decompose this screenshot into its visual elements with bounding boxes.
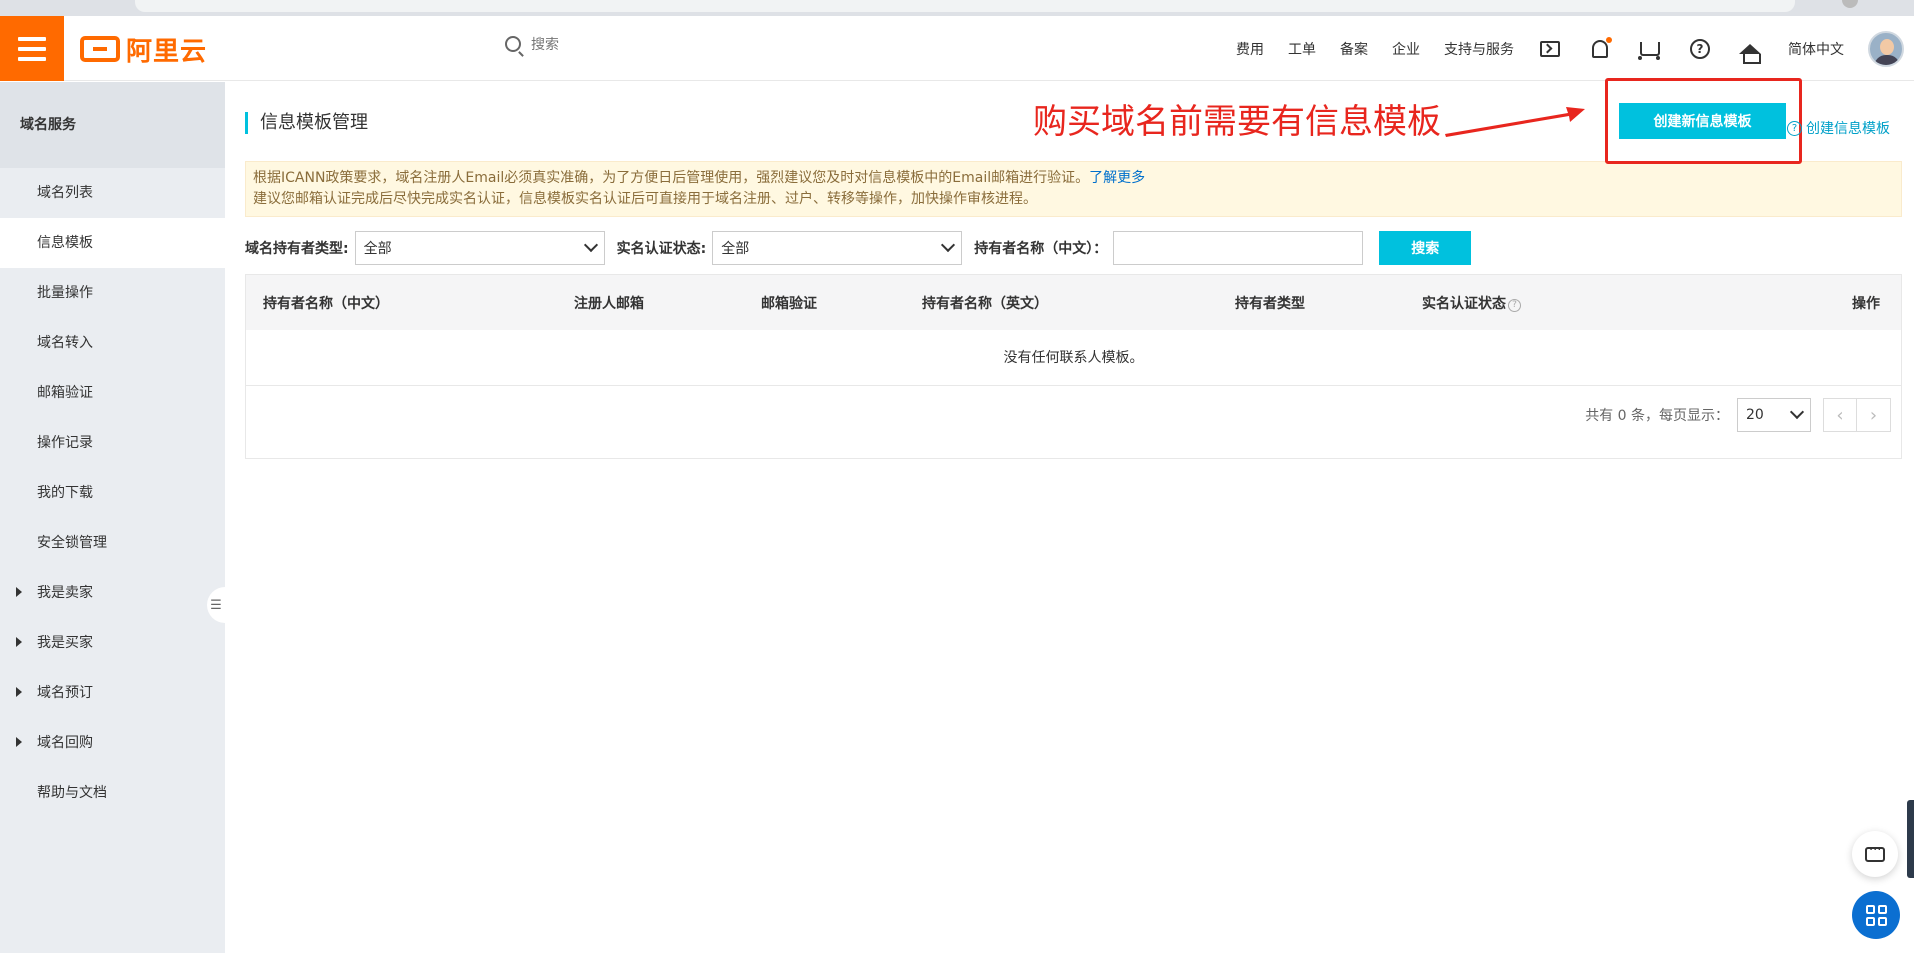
top-navigation-bar: 阿里云 费用 工单 备案 企业 支持与服务 ? 简体中文 — [0, 16, 1914, 81]
create-template-help-link[interactable]: ? 创建信息模板 — [1787, 118, 1890, 138]
address-bar[interactable] — [135, 0, 1795, 12]
search-icon — [505, 36, 521, 52]
terminal-icon[interactable] — [1538, 37, 1562, 61]
sidebar-item-buyer[interactable]: 我是买家 — [0, 618, 225, 668]
sidebar-item-buyback[interactable]: 域名回购 — [0, 718, 225, 768]
aliyun-logo-icon — [80, 36, 120, 62]
help-icon[interactable]: ? — [1688, 37, 1712, 61]
learn-more-link[interactable]: 了解更多 — [1089, 170, 1145, 186]
holder-type-select[interactable]: 全部 — [354, 231, 605, 265]
template-table: 持有者名称（中文） 注册人邮箱 邮箱验证 持有者名称（英文） 持有者类型 实名认… — [245, 274, 1902, 459]
menu-line-icon — [18, 36, 46, 41]
apps-grid-icon — [1865, 904, 1887, 926]
aliyun-logo[interactable]: 阿里云 — [80, 34, 207, 67]
annotation-arrow-icon — [1445, 107, 1585, 137]
sidebar-item-transfer-in[interactable]: 域名转入 — [0, 318, 225, 368]
sidebar-item-reservation[interactable]: 域名预订 — [0, 668, 225, 718]
bell-icon[interactable] — [1588, 36, 1612, 61]
search-button[interactable]: 搜索 — [1379, 231, 1472, 265]
help-icon[interactable]: ? — [1508, 299, 1521, 312]
chevron-down-icon — [1789, 404, 1805, 420]
avatar[interactable] — [1868, 30, 1904, 67]
column-header-email: 注册人邮箱 — [574, 296, 644, 312]
filter-bar: 域名持有者类型: 全部 实名认证状态: 全部 持有者名称（中文）： 搜索 — [245, 230, 1472, 266]
nav-icp-filing[interactable]: 备案 — [1340, 39, 1368, 59]
logo-text: 阿里云 — [126, 36, 208, 67]
menu-toggle-button[interactable] — [0, 16, 64, 81]
page-buttons: ‹ › — [1823, 398, 1891, 432]
top-nav: 费用 工单 备案 企业 支持与服务 ? 简体中文 — [1236, 16, 1914, 81]
profile-icon[interactable] — [1842, 0, 1858, 8]
column-header-holder-name-cn: 持有者名称（中文） — [263, 296, 389, 312]
page-size-select[interactable]: 20 — [1737, 398, 1811, 432]
collapse-icon: ☰ — [210, 597, 222, 613]
notice-line-1: 根据ICANN政策要求，域名注册人Email必须真实准确，为了方便日后管理使用，… — [253, 170, 1146, 186]
menu-line-icon — [18, 56, 46, 61]
sidebar-item-domain-list[interactable]: 域名列表 — [0, 168, 225, 218]
empty-table-message: 没有任何联系人模板。 — [246, 330, 1901, 386]
home-icon[interactable] — [1738, 37, 1762, 64]
sidebar-item-security-lock[interactable]: 安全锁管理 — [0, 518, 225, 568]
column-header-auth-status: 实名认证状态? — [1422, 293, 1521, 313]
nav-tickets[interactable]: 工单 — [1288, 39, 1316, 59]
holder-type-label: 域名持有者类型: — [245, 241, 349, 257]
sidebar-title: 域名服务 — [0, 82, 225, 168]
sidebar-item-email-verify[interactable]: 邮箱验证 — [0, 368, 225, 418]
browser-chrome — [0, 0, 1914, 16]
apps-button[interactable] — [1852, 891, 1900, 939]
chat-button[interactable] — [1852, 831, 1898, 877]
table-header: 持有者名称（中文） 注册人邮箱 邮箱验证 持有者名称（英文） 持有者类型 实名认… — [246, 275, 1901, 330]
help-icon: ? — [1787, 120, 1802, 136]
sidebar-item-batch-ops[interactable]: 批量操作 — [0, 268, 225, 318]
annotation-text: 购买域名前需要有信息模板 — [1033, 102, 1441, 142]
prev-page-button[interactable]: ‹ — [1823, 398, 1857, 432]
holder-name-label: 持有者名称（中文）： — [974, 241, 1108, 257]
nav-support[interactable]: 支持与服务 — [1444, 39, 1514, 59]
pagination: 共有 0 条，每页显示： 20 ‹ › — [1585, 398, 1891, 432]
feedback-side-tab[interactable] — [1907, 800, 1914, 878]
sidebar-item-help-docs[interactable]: 帮助与文档 — [0, 768, 225, 818]
page-title: 信息模板管理 — [245, 112, 368, 134]
column-header-email-verify: 邮箱验证 — [761, 296, 817, 312]
sidebar: 域名服务 域名列表 信息模板 批量操作 域名转入 邮箱验证 操作记录 我的下载 … — [0, 82, 225, 953]
search-input[interactable] — [531, 36, 731, 52]
sidebar-item-downloads[interactable]: 我的下载 — [0, 468, 225, 518]
auth-status-label: 实名认证状态: — [616, 241, 707, 257]
chat-icon — [1865, 843, 1885, 862]
cart-icon[interactable] — [1638, 37, 1662, 61]
sidebar-item-operation-log[interactable]: 操作记录 — [0, 418, 225, 468]
global-search — [505, 36, 731, 52]
next-page-button[interactable]: › — [1857, 398, 1891, 432]
menu-line-icon — [18, 46, 46, 51]
icann-notice: 根据ICANN政策要求，域名注册人Email必须真实准确，为了方便日后管理使用，… — [245, 161, 1902, 217]
nav-fees[interactable]: 费用 — [1236, 39, 1264, 59]
language-switch[interactable]: 简体中文 — [1788, 39, 1844, 59]
sidebar-item-info-template[interactable]: 信息模板 — [0, 218, 225, 268]
pagination-summary: 共有 0 条，每页显示： — [1585, 408, 1729, 424]
auth-status-select[interactable]: 全部 — [712, 231, 963, 265]
nav-enterprise[interactable]: 企业 — [1392, 39, 1420, 59]
column-header-holder-name-en: 持有者名称（英文） — [922, 296, 1048, 312]
sidebar-item-seller[interactable]: 我是卖家 — [0, 568, 225, 618]
create-template-button[interactable]: 创建新信息模板 — [1619, 103, 1786, 139]
notice-line-2: 建议您邮箱认证完成后尽快完成实名认证，信息模板实名认证后可直接用于域名注册、过户… — [253, 191, 1037, 207]
chevron-down-icon — [941, 237, 956, 253]
column-header-holder-type: 持有者类型 — [1235, 296, 1305, 312]
chevron-down-icon — [583, 237, 598, 253]
column-header-actions: 操作 — [1852, 296, 1880, 312]
holder-name-input[interactable] — [1113, 231, 1364, 265]
